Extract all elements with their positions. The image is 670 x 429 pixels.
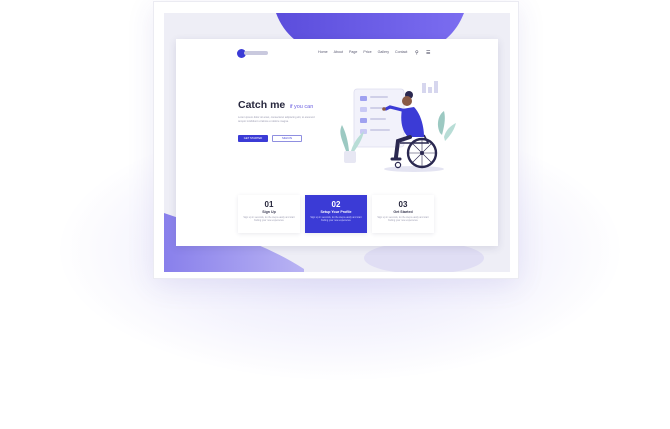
step-card-get-started[interactable]: 03 Get Started Sign up in seconds, do th… (372, 195, 434, 233)
step-number: 01 (264, 200, 274, 209)
hero-subtitle: Lorem ipsum dolor sit amet, consectetur … (238, 116, 315, 123)
step-description: Sign up in seconds, do the steps easily … (243, 216, 295, 223)
step-title: Setup Your Profile (320, 210, 352, 214)
sign-in-button[interactable]: SIGN IN (272, 135, 302, 142)
wheelchair-user-illustration (340, 81, 456, 172)
step-card-setup-profile[interactable]: 02 Setup Your Profile Sign up in seconds… (305, 195, 367, 233)
step-number: 03 (398, 200, 408, 209)
nav-item-about[interactable]: About (334, 50, 343, 55)
step-card-sign-up[interactable]: 01 Sign Up Sign up in seconds, do the st… (238, 195, 300, 233)
website-page: Home About Page Price Gallery Contact ⚲ … (176, 39, 498, 246)
step-title: Get Started (393, 210, 413, 214)
get-started-button[interactable]: GET STARTED (238, 135, 268, 142)
step-title: Sign Up (262, 210, 276, 214)
nav-item-price[interactable]: Price (363, 50, 371, 55)
nav-item-contact[interactable]: Contact (395, 50, 407, 55)
nav-item-home[interactable]: Home (318, 50, 328, 55)
step-description: Sign up in seconds, do the steps easily … (310, 216, 362, 223)
nav-item-page[interactable]: Page (349, 50, 357, 55)
hero-title-suffix: if you can (289, 104, 314, 110)
menu-icon[interactable]: ☰ (426, 50, 430, 56)
search-icon[interactable]: ⚲ (415, 50, 419, 56)
brand-logo-icon[interactable] (237, 49, 269, 58)
preview-scene: Home About Page Price Gallery Contact ⚲ … (164, 13, 510, 272)
nav-item-gallery[interactable]: Gallery (378, 50, 389, 55)
main-nav: Home About Page Price Gallery Contact (318, 50, 407, 55)
hero-title-main: Catch me (238, 99, 286, 111)
step-number: 02 (331, 200, 341, 209)
step-description: Sign up in seconds, do the steps easily … (377, 216, 429, 223)
preview-frame: Home About Page Price Gallery Contact ⚲ … (153, 1, 519, 279)
hero-title: Catch me if you can (238, 98, 313, 113)
